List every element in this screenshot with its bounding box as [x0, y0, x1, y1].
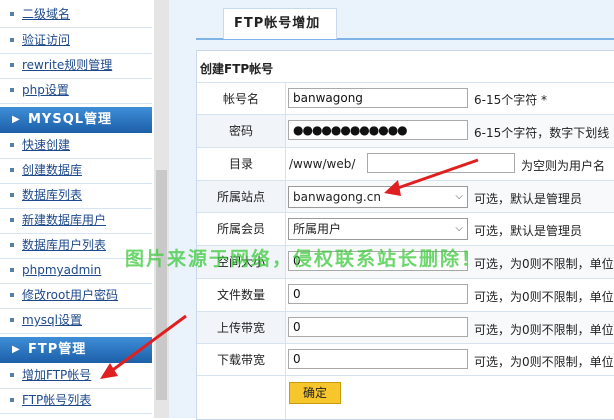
- arrow-to-add-ftp: [100, 314, 187, 379]
- arrow-to-site-select: [384, 158, 479, 196]
- watermark-text: 图片来源于网络，侵权联系站长删除！: [125, 248, 483, 270]
- annotation-arrows: [100, 158, 479, 379]
